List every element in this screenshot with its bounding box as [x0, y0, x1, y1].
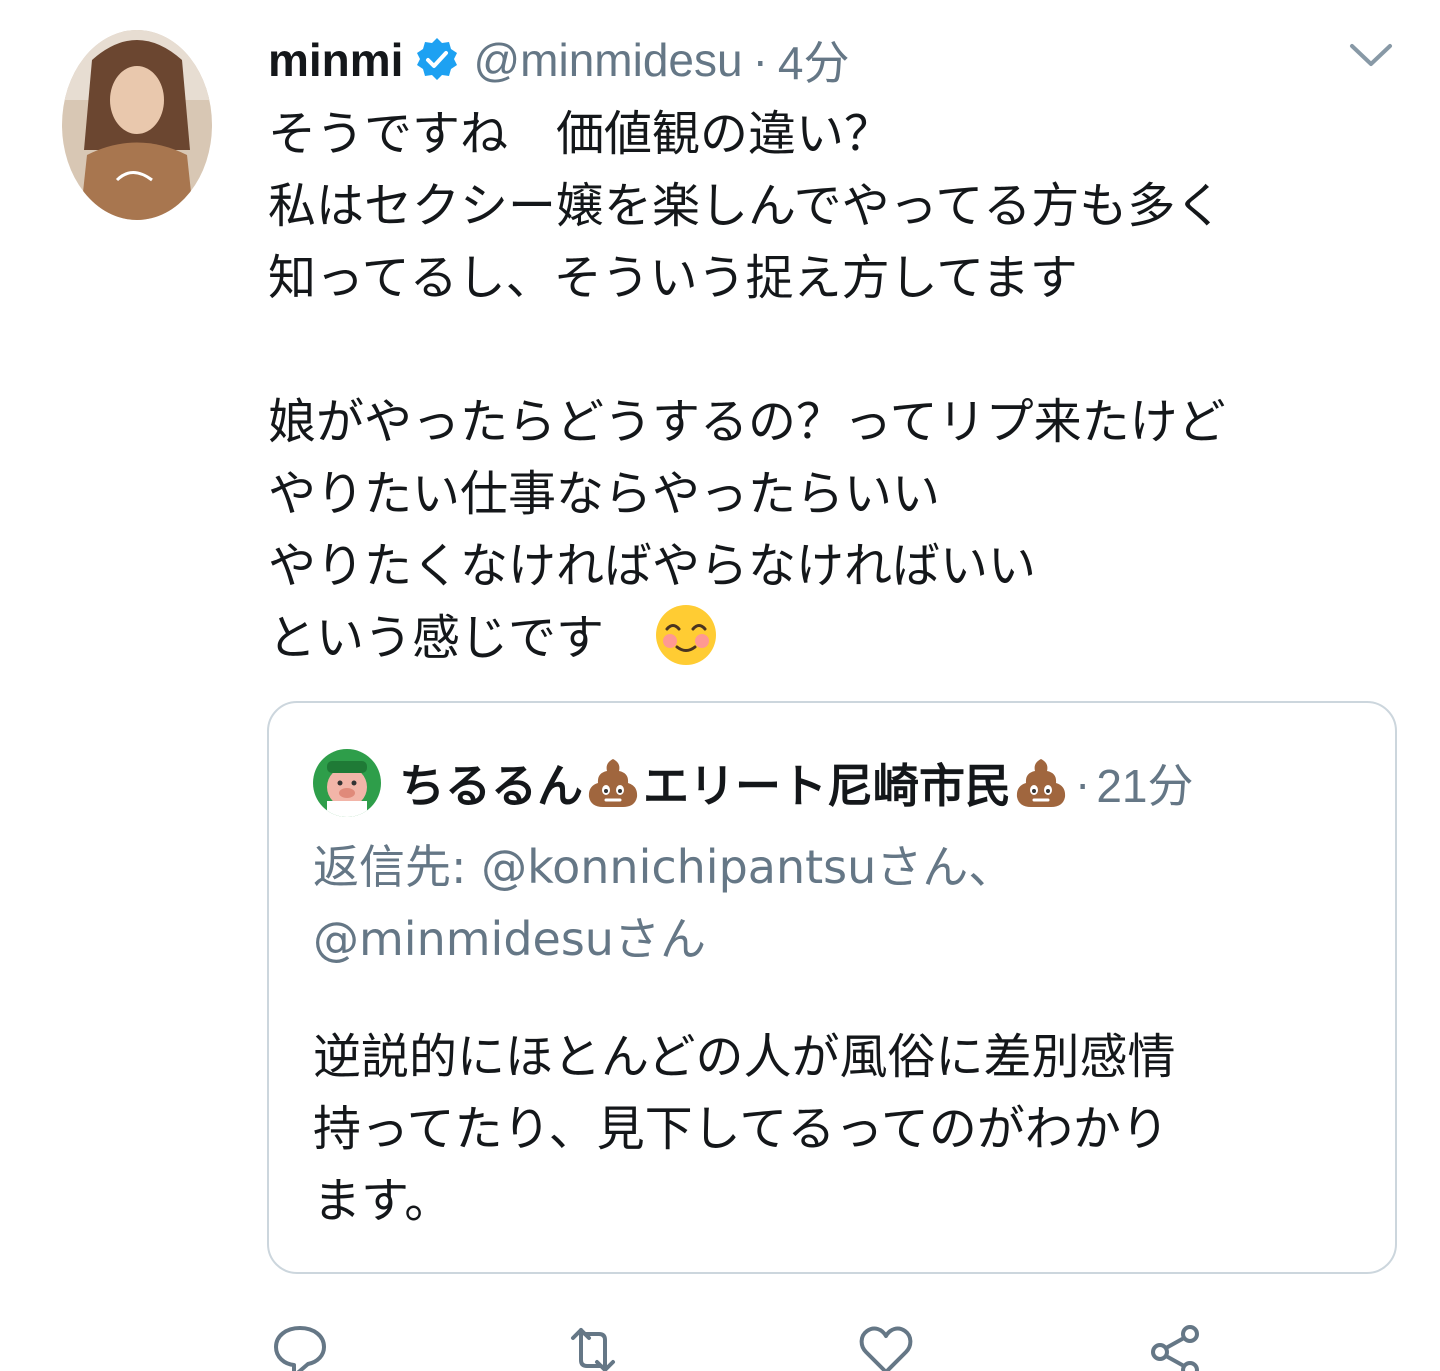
- tweet-line: 私はセクシー嬢を楽しんでやってる方も多く: [268, 178, 1224, 234]
- quoted-tweet-time[interactable]: 21分: [1096, 750, 1193, 816]
- share-icon[interactable]: [1146, 1320, 1206, 1371]
- pile-of-poo-icon: [1016, 759, 1066, 807]
- chevron-down-icon[interactable]: [1346, 38, 1396, 70]
- tweet-header: minmi @minmidesu · 4分: [268, 28, 850, 92]
- quoted-tweet-text: 逆説的にほとんどの人が風俗に差別感情 持ってたり、見下してるってのがわかり ます…: [313, 1021, 1176, 1237]
- tweet-line: 娘がやったらどうするの？ってリプ来たけど: [268, 394, 1226, 450]
- quoted-avatar[interactable]: [313, 749, 381, 817]
- tweet-line: そうですね 価値観の違い？: [268, 106, 893, 162]
- tweet-line: 知ってるし、そういう捉え方してます: [268, 250, 1078, 306]
- tweet-time[interactable]: 4分: [778, 27, 850, 93]
- quoted-tweet-card[interactable]: ちるるん エリート尼崎市民 · 21分 返信先: @konnichipantsu…: [267, 701, 1397, 1274]
- tweet-last-line: という感じです: [268, 602, 1408, 674]
- quoted-display-name-part2[interactable]: エリート尼崎市民: [643, 750, 1011, 816]
- like-icon[interactable]: [856, 1320, 916, 1371]
- tweet-text: そうですね 価値観の違い？ 私はセクシー嬢を楽しんでやってる方も多く 知ってるし…: [268, 98, 1408, 674]
- tweet-line: やりたくなければやらなければいい: [268, 538, 1037, 594]
- quoted-line: 持ってたり、見下してるってのがわかり: [313, 1101, 1169, 1157]
- quoted-tweet-header: ちるるん エリート尼崎市民 · 21分: [313, 748, 1194, 818]
- reply-to-line[interactable]: @minmidesuさん: [313, 903, 1014, 975]
- display-name[interactable]: minmi: [268, 33, 403, 87]
- retweet-icon[interactable]: [563, 1320, 623, 1371]
- tweet-action-bar: [0, 1310, 1440, 1371]
- verified-badge-icon: [417, 38, 458, 80]
- avatar[interactable]: [62, 30, 212, 220]
- separator-dot: ·: [752, 34, 768, 86]
- separator-dot: ·: [1075, 757, 1091, 809]
- user-handle[interactable]: @minmidesu: [473, 33, 742, 87]
- pile-of-poo-icon: [588, 759, 638, 807]
- tweet-line: やりたい仕事ならやったらいい: [268, 466, 941, 522]
- reply-to-line[interactable]: 返信先: @konnichipantsuさん、: [313, 831, 1014, 903]
- quoted-line: ます。: [313, 1173, 453, 1229]
- reply-icon[interactable]: [270, 1320, 330, 1371]
- quoted-line: 逆説的にほとんどの人が風俗に差別感情: [313, 1029, 1176, 1085]
- smiling-face-emoji-icon: [656, 605, 717, 665]
- reply-context: 返信先: @konnichipantsuさん、 @minmidesuさん: [313, 831, 1014, 975]
- quoted-display-name-part1[interactable]: ちるるん: [399, 750, 583, 816]
- tweet-line-text: という感じです: [268, 610, 605, 666]
